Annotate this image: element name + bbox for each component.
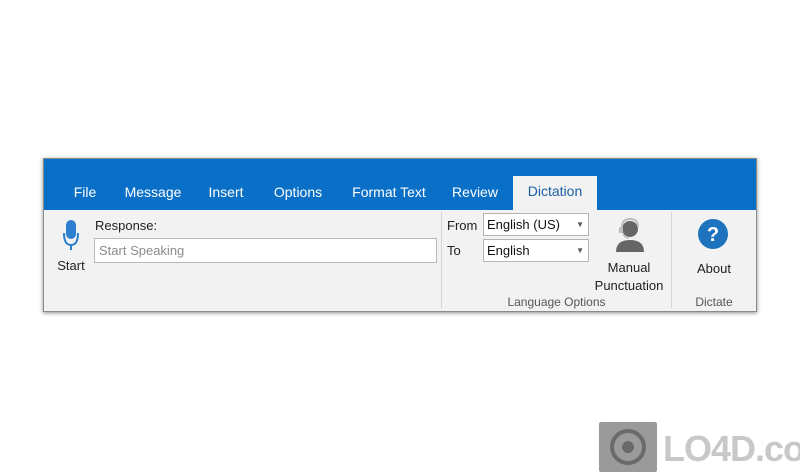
microphone-icon bbox=[63, 220, 79, 250]
response-input[interactable] bbox=[94, 238, 437, 263]
manual-punctuation-label: Manual Punctuation bbox=[588, 259, 670, 295]
dictate-group-label: Dictate bbox=[695, 295, 733, 309]
help-icon: ? bbox=[698, 219, 728, 249]
to-label: To bbox=[447, 243, 461, 258]
ribbon-panel: Start Response: From English (US) ▼ To E… bbox=[44, 210, 756, 311]
ribbon-tab-bar: File Message Insert Options Format Text … bbox=[44, 159, 756, 210]
group-divider bbox=[671, 212, 672, 308]
from-label: From bbox=[447, 218, 478, 233]
manual-punctuation-label-line2: Punctuation bbox=[594, 278, 664, 293]
tab-review[interactable]: Review bbox=[446, 177, 504, 210]
to-language-value: English bbox=[487, 243, 530, 258]
chevron-down-icon: ▼ bbox=[576, 220, 584, 229]
group-divider bbox=[441, 212, 442, 308]
person-headset-icon bbox=[616, 218, 644, 252]
globe-icon bbox=[610, 429, 646, 465]
svg-text:?: ? bbox=[707, 224, 719, 246]
tab-options[interactable]: Options bbox=[266, 177, 330, 210]
about-button[interactable]: ? About bbox=[684, 214, 744, 284]
watermark-text: LO4D.com bbox=[663, 428, 800, 469]
from-language-dropdown[interactable]: English (US) ▼ bbox=[483, 213, 589, 236]
language-options-group-label: Language Options bbox=[507, 295, 606, 309]
chevron-down-icon: ▼ bbox=[576, 246, 584, 255]
screenshot-stage: File Message Insert Options Format Text … bbox=[0, 0, 800, 472]
start-button[interactable]: Start bbox=[50, 214, 92, 276]
manual-punctuation-button[interactable]: Manual Punctuation bbox=[588, 214, 670, 295]
manual-punctuation-label-line1: Manual bbox=[607, 260, 651, 275]
lo4d-logo bbox=[599, 422, 657, 472]
tab-message[interactable]: Message bbox=[117, 177, 189, 210]
from-language-value: English (US) bbox=[487, 217, 560, 232]
tab-insert[interactable]: Insert bbox=[200, 177, 252, 210]
to-language-dropdown[interactable]: English ▼ bbox=[483, 239, 589, 262]
tab-format-text[interactable]: Format Text bbox=[344, 177, 434, 210]
ribbon-window: File Message Insert Options Format Text … bbox=[43, 158, 757, 312]
tab-dictation[interactable]: Dictation bbox=[513, 176, 597, 210]
about-label: About bbox=[697, 261, 731, 276]
lo4d-watermark: LO4D.com bbox=[599, 422, 800, 472]
response-label: Response: bbox=[95, 218, 158, 233]
tab-file[interactable]: File bbox=[60, 177, 110, 210]
start-label: Start bbox=[57, 258, 85, 273]
